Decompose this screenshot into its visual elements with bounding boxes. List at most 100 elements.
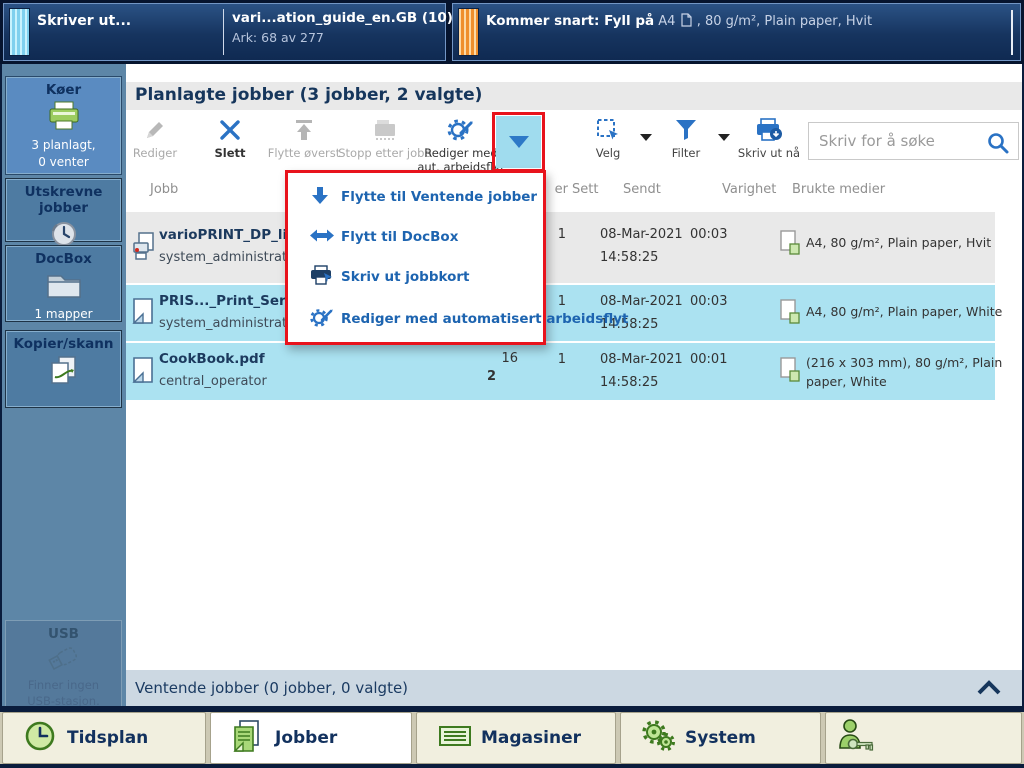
printer-icon: [310, 265, 334, 289]
tab-operator-login[interactable]: [825, 712, 1022, 764]
upcoming-media-details: , 80 g/m², Plain paper, Hvit: [696, 14, 873, 29]
printing-job-icon: [132, 231, 156, 265]
printer-control-panel: Skriver ut... vari...ation_guide_en.GB (…: [0, 0, 1024, 768]
scheduled-jobs-panel: Planlagte jobber (3 jobber, 2 valgte) Re…: [126, 64, 1022, 706]
clock-icon: [23, 719, 57, 757]
queues-count-line2: 0 venter: [38, 154, 89, 169]
pages-cell: 16: [501, 351, 518, 366]
waiting-jobs-label: Ventende jobber (0 jobber, 0 valgte): [135, 679, 409, 697]
gear-pencil-icon: [310, 306, 334, 332]
filter-caret-icon[interactable]: [718, 134, 730, 141]
more-actions-dropdown-button[interactable]: [496, 116, 541, 168]
menu-item-move-to-waiting[interactable]: Flytte til Ventende jobber: [288, 177, 543, 217]
upcoming-media-size: A4: [658, 14, 676, 29]
usb-status-line1: Finner ingen: [27, 678, 100, 692]
sidebar-item-docbox[interactable]: DocBox 1 mapper: [5, 245, 122, 322]
duration-cell: 00:03: [690, 294, 728, 309]
docbox-count: 1 mapper: [34, 307, 93, 321]
document-icon: [231, 719, 261, 757]
upcoming-media-message: Kommer snart: Fyll på A4 , 80 g/m², Plai…: [486, 13, 872, 29]
pencil-icon: [126, 114, 184, 146]
job-row[interactable]: CookBook.pdf central_operator 16 2 1 08-…: [126, 343, 1002, 400]
divider: [1011, 10, 1013, 55]
filter-funnel-icon: [656, 114, 716, 146]
page-icon: [680, 13, 692, 27]
bottom-tab-bar: Tidsplan Jobber Magasiner System: [0, 712, 1024, 764]
document-job-icon: [132, 297, 154, 329]
delete-x-icon: [202, 114, 258, 146]
sheet-progress: Ark: 68 av 277: [232, 30, 324, 45]
duration-cell: 00:01: [690, 352, 728, 367]
column-header-duration: Varighet: [722, 182, 777, 197]
chevron-up-icon[interactable]: [976, 679, 1002, 701]
page-title: Planlagte jobber (3 jobber, 2 valgte): [135, 85, 483, 105]
folder-icon: [6, 270, 121, 304]
current-document-name: vari...ation_guide_en.GB (10).pdf: [232, 10, 484, 26]
printing-status-label: Skriver ut...: [37, 13, 132, 29]
divider: [0, 764, 1024, 768]
tray-icon: [437, 721, 473, 755]
sent-date-cell: 08-Mar-2021: [600, 352, 683, 367]
column-header-sent: Sendt: [623, 182, 661, 197]
printer-icon: [6, 101, 121, 135]
filter-button[interactable]: Filter: [656, 114, 716, 172]
queues-count-line1: 3 planlagt,: [31, 138, 96, 152]
sidebar: Køer 3 planlagt, 0 venter Utskrevne jobb…: [2, 64, 126, 708]
copy-scan-icon: [6, 355, 121, 393]
printing-activity-stripe-icon: [9, 8, 30, 56]
sent-date-cell: 08-Mar-2021: [600, 294, 683, 309]
tab-schedule[interactable]: Tidsplan: [2, 712, 206, 764]
operator-key-icon: [836, 718, 876, 758]
media-page-icon: [779, 357, 801, 387]
copies-cell: 2: [486, 369, 496, 384]
select-caret-icon[interactable]: [640, 134, 652, 141]
upcoming-media-panel[interactable]: Kommer snart: Fyll på A4 , 80 g/m², Plai…: [452, 3, 1021, 61]
sets-cell: 1: [557, 352, 566, 367]
column-header-sets: Sett: [572, 182, 599, 197]
column-header-job: Jobb: [150, 182, 179, 197]
tab-system[interactable]: System: [620, 712, 821, 764]
chevron-down-icon: [508, 136, 529, 148]
upcoming-label: Kommer snart: Fyll på: [486, 13, 655, 29]
printed-jobs-label: Utskrevne jobber: [24, 184, 103, 216]
status-bar: Skriver ut... vari...ation_guide_en.GB (…: [0, 0, 1024, 64]
media-cell: A4, 80 g/m², Plain paper, White: [806, 304, 1003, 319]
media-cell: A4, 80 g/m², Plain paper, Hvit: [806, 235, 992, 250]
select-button[interactable]: Velg: [578, 114, 638, 172]
usb-label: USB: [48, 626, 79, 642]
waiting-jobs-bar[interactable]: Ventende jobber (0 jobber, 0 valgte): [126, 670, 1022, 706]
edit-button[interactable]: Rediger: [126, 114, 184, 172]
docbox-label: DocBox: [35, 251, 92, 267]
menu-item-move-to-docbox[interactable]: Flytt til DocBox: [288, 217, 543, 257]
select-marquee-icon: [578, 114, 638, 146]
sent-time-cell: 14:58:25: [600, 250, 659, 265]
sent-date-cell: 08-Mar-2021: [600, 227, 683, 242]
sent-time-cell: 14:58:25: [600, 375, 659, 390]
printing-status-panel[interactable]: Skriver ut... vari...ation_guide_en.GB (…: [3, 3, 483, 61]
sets-cell: 1: [557, 294, 566, 309]
media-page-icon: [779, 230, 801, 260]
gears-icon: [641, 719, 677, 757]
column-header-media: Brukte medier: [792, 182, 886, 197]
delete-button[interactable]: Slett: [202, 114, 258, 172]
tab-jobs[interactable]: Jobber: [210, 712, 412, 764]
sidebar-item-copy-scan[interactable]: Kopier/skann: [5, 330, 122, 408]
search-box: [808, 122, 1019, 160]
media-page-icon: [779, 299, 801, 329]
tab-trays[interactable]: Magasiner: [416, 712, 616, 764]
print-now-button[interactable]: Skriv ut nå: [734, 114, 804, 172]
sidebar-item-printed-jobs[interactable]: Utskrevne jobber: [5, 178, 122, 246]
job-row[interactable]: varioPRINT_DP_line_C system_administrato…: [126, 212, 995, 283]
menu-item-edit-automated-workflow[interactable]: Rediger med automatisert arbeidsflyt: [288, 299, 629, 339]
gear-pencil-icon: [414, 114, 508, 146]
media-cell: (216 x 303 mm), 80 g/m², Plain paper, Wh…: [806, 355, 1003, 389]
edit-with-workflow-button[interactable]: Rediger med aut. arbeidsflyt: [414, 114, 508, 174]
sidebar-item-queues[interactable]: Køer 3 planlagt, 0 venter: [5, 76, 122, 175]
arrow-left-right-icon: [310, 228, 334, 247]
panel-title-band: Planlagte jobber (3 jobber, 2 valgte): [126, 82, 1022, 110]
copy-scan-label: Kopier/skann: [13, 336, 114, 352]
duration-cell: 00:03: [690, 227, 728, 242]
menu-item-print-job-ticket[interactable]: Skriv ut jobbkort: [288, 257, 543, 297]
divider: [223, 9, 224, 55]
search-icon[interactable]: [986, 131, 1010, 155]
